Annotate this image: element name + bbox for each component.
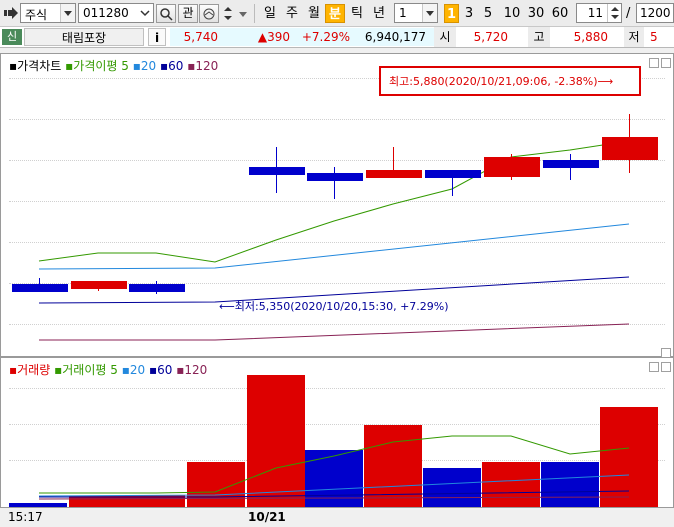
period-week[interactable]: 주 bbox=[282, 4, 302, 23]
minute-5[interactable]: 5 bbox=[480, 4, 496, 23]
market-select[interactable]: 주식 bbox=[20, 3, 76, 23]
low-annotation: ⟵최저:5,350(2020/10/20,15:30, +7.29%) bbox=[219, 300, 449, 313]
x-axis: 15:17 10/21 bbox=[0, 508, 674, 527]
open-label: 시 bbox=[434, 27, 456, 47]
candle-body[interactable] bbox=[543, 160, 599, 169]
spin-updown-icon[interactable] bbox=[220, 4, 236, 23]
count-value: 11 bbox=[587, 6, 603, 20]
total-count-input[interactable]: 1200 bbox=[636, 3, 674, 23]
info-button[interactable]: i bbox=[148, 28, 166, 46]
total-count-value: 1200 bbox=[640, 6, 671, 20]
stock-info-row: 신 태림포장 i 5,740 ▲390 +7.29% 6,940,177 시 5… bbox=[0, 27, 674, 48]
period-minute[interactable]: 분 bbox=[325, 4, 345, 23]
candle-body[interactable] bbox=[129, 284, 185, 293]
candle-body[interactable] bbox=[425, 170, 481, 179]
separator bbox=[254, 4, 255, 23]
minute-3[interactable]: 3 bbox=[461, 4, 477, 23]
arrow-icon[interactable] bbox=[4, 7, 18, 19]
minute-30[interactable]: 30 bbox=[525, 4, 547, 23]
ma20-line bbox=[38, 223, 630, 270]
price-change: ▲390 bbox=[257, 30, 290, 44]
period-day[interactable]: 일 bbox=[260, 4, 280, 23]
stock-name[interactable]: 태림포장 bbox=[24, 28, 144, 46]
related-button[interactable]: 관 bbox=[178, 4, 198, 23]
market-select-value: 주식 bbox=[25, 8, 48, 22]
stock-code-value: 011280 bbox=[83, 6, 129, 20]
period-tick[interactable]: 틱 bbox=[347, 4, 367, 23]
spin-icon[interactable] bbox=[607, 4, 621, 22]
chevron-down-icon[interactable] bbox=[139, 5, 151, 21]
chevron-down-icon[interactable] bbox=[60, 4, 75, 22]
minute-1[interactable]: 1 bbox=[444, 4, 459, 23]
interval-select-value: 1 bbox=[399, 6, 407, 20]
ma120-line bbox=[39, 323, 630, 341]
candle-body[interactable] bbox=[366, 170, 422, 179]
high-annotation: 최고:5,880(2020/10/21,09:06, -2.38%)⟶ bbox=[389, 75, 614, 88]
total-separator: / bbox=[626, 6, 631, 21]
ma5-line bbox=[38, 140, 630, 263]
price-change-pct: +7.29% bbox=[301, 30, 350, 44]
vma60-line bbox=[39, 490, 630, 498]
candle-body[interactable] bbox=[602, 137, 658, 161]
low-value: 5 bbox=[650, 30, 658, 44]
minute-10[interactable]: 10 bbox=[501, 4, 523, 23]
period-year[interactable]: 년 bbox=[369, 4, 389, 23]
high-value: 5,880 bbox=[573, 30, 608, 44]
candle-body[interactable] bbox=[484, 156, 540, 177]
candle-body[interactable] bbox=[249, 166, 305, 175]
vma5-line bbox=[39, 435, 630, 494]
current-price: 5,740 bbox=[183, 30, 218, 44]
volume-chart-pane[interactable]: ▪거래량 ▪거래이평 5 ▪20 ▪60 ▪120 bbox=[0, 357, 674, 508]
badge-new: 신 bbox=[2, 29, 22, 45]
search-button[interactable] bbox=[156, 4, 176, 23]
toolbar: 주식 011280 관 일 주 월 분 틱 년 1 1 3 5 10 30 60… bbox=[0, 0, 674, 27]
candle-body[interactable] bbox=[12, 284, 68, 293]
link-icon bbox=[203, 8, 215, 20]
interval-select[interactable]: 1 bbox=[394, 3, 438, 23]
link-button[interactable] bbox=[199, 4, 219, 23]
open-value: 5,720 bbox=[473, 30, 508, 44]
stock-code-input[interactable]: 011280 bbox=[78, 3, 154, 23]
minute-60[interactable]: 60 bbox=[549, 4, 571, 23]
low-label: 저 bbox=[624, 27, 644, 47]
candle-body[interactable] bbox=[71, 281, 127, 290]
small-chevron-icon[interactable] bbox=[238, 8, 248, 18]
candle-body[interactable] bbox=[307, 173, 363, 182]
x-axis-date-label: 10/21 bbox=[248, 510, 286, 524]
search-icon bbox=[160, 8, 173, 21]
x-axis-start-label: 15:17 bbox=[8, 510, 43, 524]
chevron-down-icon[interactable] bbox=[422, 4, 437, 22]
period-month[interactable]: 월 bbox=[304, 4, 324, 23]
volume-value: 6,940,177 bbox=[364, 30, 426, 44]
high-label: 고 bbox=[528, 27, 550, 47]
price-chart-pane[interactable]: ▪가격차트 ▪가격이평 5 ▪20 ▪60 ▪120 최고:5,880(2020… bbox=[0, 53, 674, 358]
candle-wick bbox=[334, 166, 335, 200]
count-input[interactable]: 11 bbox=[576, 3, 622, 23]
volume-ma-lines bbox=[38, 435, 630, 500]
